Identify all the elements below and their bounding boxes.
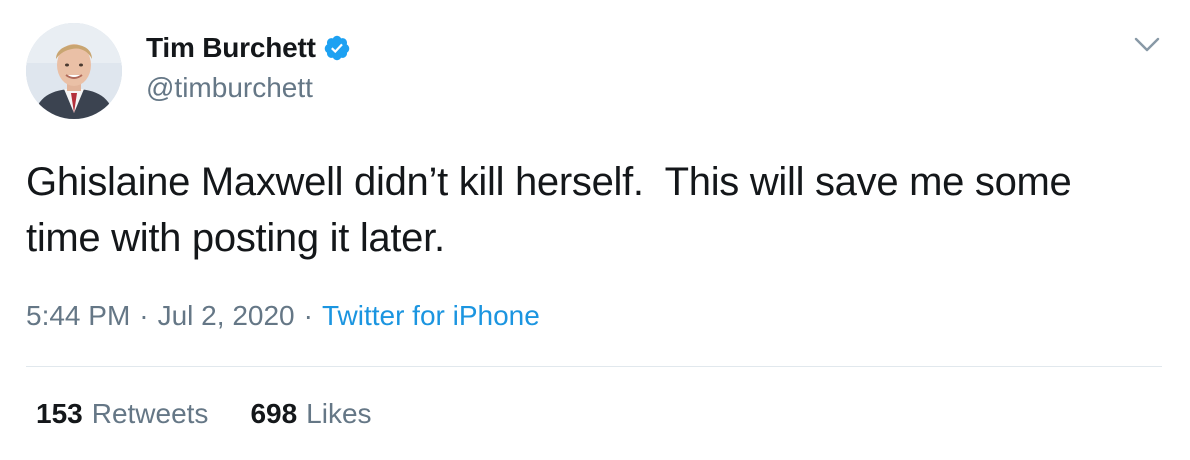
likes-count: 698	[250, 398, 298, 429]
tweet-date[interactable]: Jul 2, 2020	[158, 300, 295, 332]
avatar[interactable]	[26, 23, 122, 119]
verified-badge-icon	[323, 34, 351, 62]
retweets-stat[interactable]: 153 Retweets	[36, 398, 208, 430]
tweet-source-link[interactable]: Twitter for iPhone	[322, 300, 540, 332]
divider	[26, 366, 1162, 367]
author-name-row: Tim Burchett	[146, 31, 351, 65]
tweet-stats: 153 Retweets 698 Likes	[36, 398, 372, 430]
meta-separator: ·	[139, 300, 149, 331]
tweet-text: Ghislaine Maxwell didn’t kill herself. T…	[26, 160, 1083, 260]
author-handle[interactable]: @timburchett	[146, 72, 313, 104]
tweet-card: Tim Burchett @timburchett Ghislaine Maxw…	[0, 0, 1190, 460]
chevron-down-icon[interactable]	[1131, 33, 1163, 57]
tweet-meta: 5:44 PM · Jul 2, 2020 · Twitter for iPho…	[26, 300, 540, 332]
author-display-name[interactable]: Tim Burchett	[146, 32, 316, 64]
meta-separator: ·	[303, 300, 313, 331]
likes-stat[interactable]: 698 Likes	[250, 398, 371, 430]
likes-label: Likes	[306, 398, 372, 429]
retweets-count: 153	[36, 398, 83, 429]
tweet-time[interactable]: 5:44 PM	[26, 300, 130, 332]
retweets-label: Retweets	[91, 398, 209, 429]
